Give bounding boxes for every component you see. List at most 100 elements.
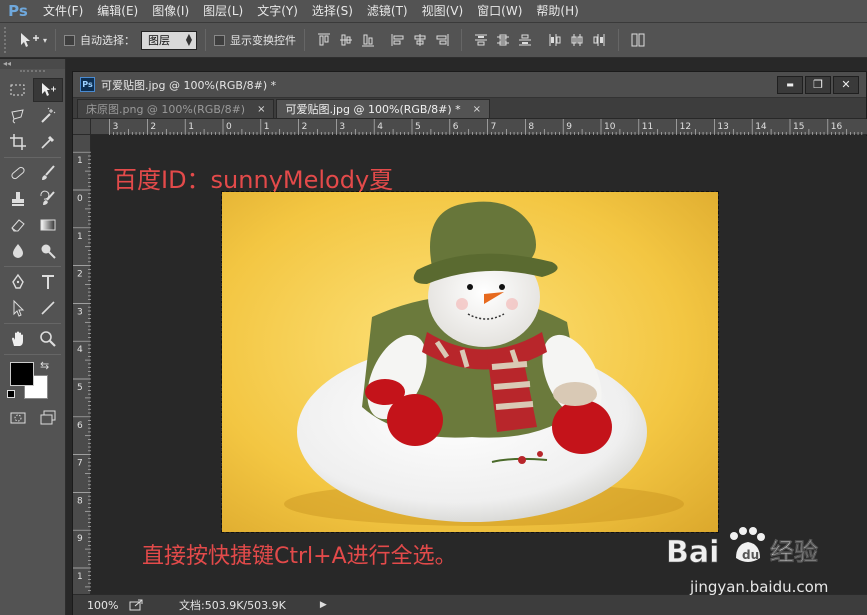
- menu-select[interactable]: 选择(S): [305, 0, 360, 22]
- close-window-button[interactable]: ✕: [833, 75, 859, 94]
- ps-logo: Ps: [8, 2, 28, 20]
- menu-image[interactable]: 图像(I): [145, 0, 196, 22]
- tools-panel-collapse[interactable]: ◂◂: [0, 59, 65, 69]
- export-icon[interactable]: [129, 599, 143, 611]
- gradient-tool[interactable]: [33, 213, 63, 237]
- ruler-label: 11: [642, 122, 653, 132]
- magic-wand-tool[interactable]: [33, 104, 63, 128]
- photoshop-app: Ps 文件(F) 编辑(E) 图像(I) 图层(L) 文字(Y) 选择(S) 滤…: [0, 0, 867, 615]
- default-colors-icon[interactable]: [7, 390, 15, 398]
- menu-view[interactable]: 视图(V): [415, 0, 471, 22]
- minimize-button[interactable]: ▬: [777, 75, 803, 94]
- menu-type[interactable]: 文字(Y): [250, 0, 305, 22]
- pen-tool[interactable]: [3, 270, 33, 294]
- distribute-vcenter-button[interactable]: [492, 29, 514, 51]
- auto-align-button[interactable]: [627, 29, 649, 51]
- ruler-label: 4: [77, 345, 83, 355]
- ruler-label: 3: [339, 122, 345, 132]
- ruler-label: 1: [77, 572, 83, 582]
- status-bar: 100% 文档:503.9K/503.9K ▶: [73, 594, 867, 615]
- distribute-right-button[interactable]: [588, 29, 610, 51]
- tab-close-icon[interactable]: ×: [257, 104, 265, 115]
- eyedropper-tool[interactable]: [33, 130, 63, 154]
- tools-grip[interactable]: [20, 70, 45, 76]
- menu-help[interactable]: 帮助(H): [529, 0, 585, 22]
- distribute-bottom-button[interactable]: [514, 29, 536, 51]
- screen-mode-button[interactable]: [33, 406, 63, 430]
- distribute-top-button[interactable]: [470, 29, 492, 51]
- ruler-label: 13: [717, 122, 728, 132]
- distribute-top-icon: [475, 34, 488, 46]
- tools-panel: ◂◂ ⇆: [0, 59, 66, 615]
- foreground-color-swatch[interactable]: [10, 362, 34, 386]
- distribute-left-icon: [549, 34, 561, 46]
- type-tool[interactable]: [33, 270, 63, 294]
- divider: [304, 29, 306, 51]
- menu-layer[interactable]: 图层(L): [196, 0, 250, 22]
- swap-colors-icon[interactable]: ⇆: [40, 359, 49, 372]
- move-tool[interactable]: [33, 78, 63, 102]
- vertical-ruler[interactable]: 1 0 1 2 3 4 5 6 7 8 9 1: [73, 135, 91, 594]
- options-grip[interactable]: [4, 27, 10, 53]
- tab-bed-original[interactable]: 床原图.png @ 100%(RGB/8#) ×: [77, 99, 275, 118]
- tool-preset-picker[interactable]: ▾: [18, 31, 47, 49]
- dodge-tool[interactable]: [33, 239, 63, 263]
- align-right-button[interactable]: [431, 29, 453, 51]
- tab-label: 床原图.png @ 100%(RGB/8#): [86, 103, 246, 116]
- blur-tool[interactable]: [3, 239, 33, 263]
- ruler-label: 2: [302, 122, 308, 132]
- zoom-tool[interactable]: [33, 327, 63, 351]
- horizontal-ruler[interactable]: 3 2 1 0 1 2 3 4 5 6 7 8 9 10 11 12 13 14 15 16: [91, 119, 867, 135]
- distribute-left-button[interactable]: [544, 29, 566, 51]
- menu-filter[interactable]: 滤镜(T): [360, 0, 415, 22]
- auto-select-target-dropdown[interactable]: 图层 ▲ ▼: [141, 30, 198, 50]
- restore-button[interactable]: ❐: [805, 75, 831, 94]
- image-with-selection[interactable]: [221, 191, 719, 533]
- ruler-ticks: 1 0 1 2 3 4 5 6 7 8 9 1: [73, 151, 91, 592]
- menu-file[interactable]: 文件(F): [36, 0, 90, 22]
- ruler-origin[interactable]: [73, 119, 91, 135]
- eraser-tool[interactable]: [3, 213, 33, 237]
- align-vcenter-button[interactable]: [335, 29, 357, 51]
- crop-tool[interactable]: [3, 130, 33, 154]
- document-titlebar[interactable]: Ps 可爱贴图.jpg @ 100%(RGB/8#) * ▬ ❐ ✕: [73, 72, 866, 98]
- author-watermark: 百度ID：sunnyMelody夏: [113, 166, 394, 194]
- quick-mask-button[interactable]: [3, 406, 33, 430]
- stepper-icon: ▲ ▼: [185, 31, 193, 47]
- show-transform-checkbox[interactable]: [214, 34, 226, 46]
- instruction-caption: 直接按快捷键Ctrl+A进行全选。: [142, 544, 457, 569]
- healing-brush-tool[interactable]: [3, 161, 33, 185]
- clone-stamp-tool[interactable]: [3, 187, 33, 211]
- history-brush-icon: [40, 190, 55, 205]
- align-vcenter-icon: [340, 34, 353, 46]
- svg-text:经验: 经验: [770, 538, 818, 566]
- hand-tool[interactable]: [3, 327, 33, 351]
- distribute-hcenter-button[interactable]: [566, 29, 588, 51]
- distribute-hcenter-icon: [571, 34, 583, 46]
- distribute-vcenter-icon: [497, 34, 510, 46]
- zoom-level-field[interactable]: 100%: [73, 599, 118, 612]
- svg-text:du: du: [742, 548, 759, 562]
- path-selection-tool[interactable]: [3, 296, 33, 320]
- ruler-label: 5: [415, 122, 421, 132]
- auto-select-checkbox[interactable]: [64, 34, 76, 46]
- ruler-label: 2: [77, 270, 83, 280]
- status-menu-play-icon[interactable]: ▶: [320, 600, 327, 610]
- history-brush-tool[interactable]: [33, 187, 63, 211]
- align-top-button[interactable]: [313, 29, 335, 51]
- align-bottom-button[interactable]: [357, 29, 379, 51]
- align-hcenter-button[interactable]: [409, 29, 431, 51]
- stamp-icon: [12, 192, 24, 206]
- tab-close-icon[interactable]: ×: [473, 104, 481, 115]
- lasso-tool[interactable]: [3, 104, 33, 128]
- line-tool[interactable]: [33, 296, 63, 320]
- tab-cute-sticker[interactable]: 可爱贴图.jpg @ 100%(RGB/8#) * ×: [276, 99, 491, 118]
- ruler-label: 3: [113, 122, 119, 132]
- marquee-tool[interactable]: [3, 78, 33, 102]
- eraser-icon: [11, 219, 25, 232]
- brush-tool[interactable]: [33, 161, 63, 185]
- menu-edit[interactable]: 编辑(E): [90, 0, 145, 22]
- ruler-label: 0: [77, 194, 83, 204]
- menu-window[interactable]: 窗口(W): [470, 0, 529, 22]
- align-left-button[interactable]: [387, 29, 409, 51]
